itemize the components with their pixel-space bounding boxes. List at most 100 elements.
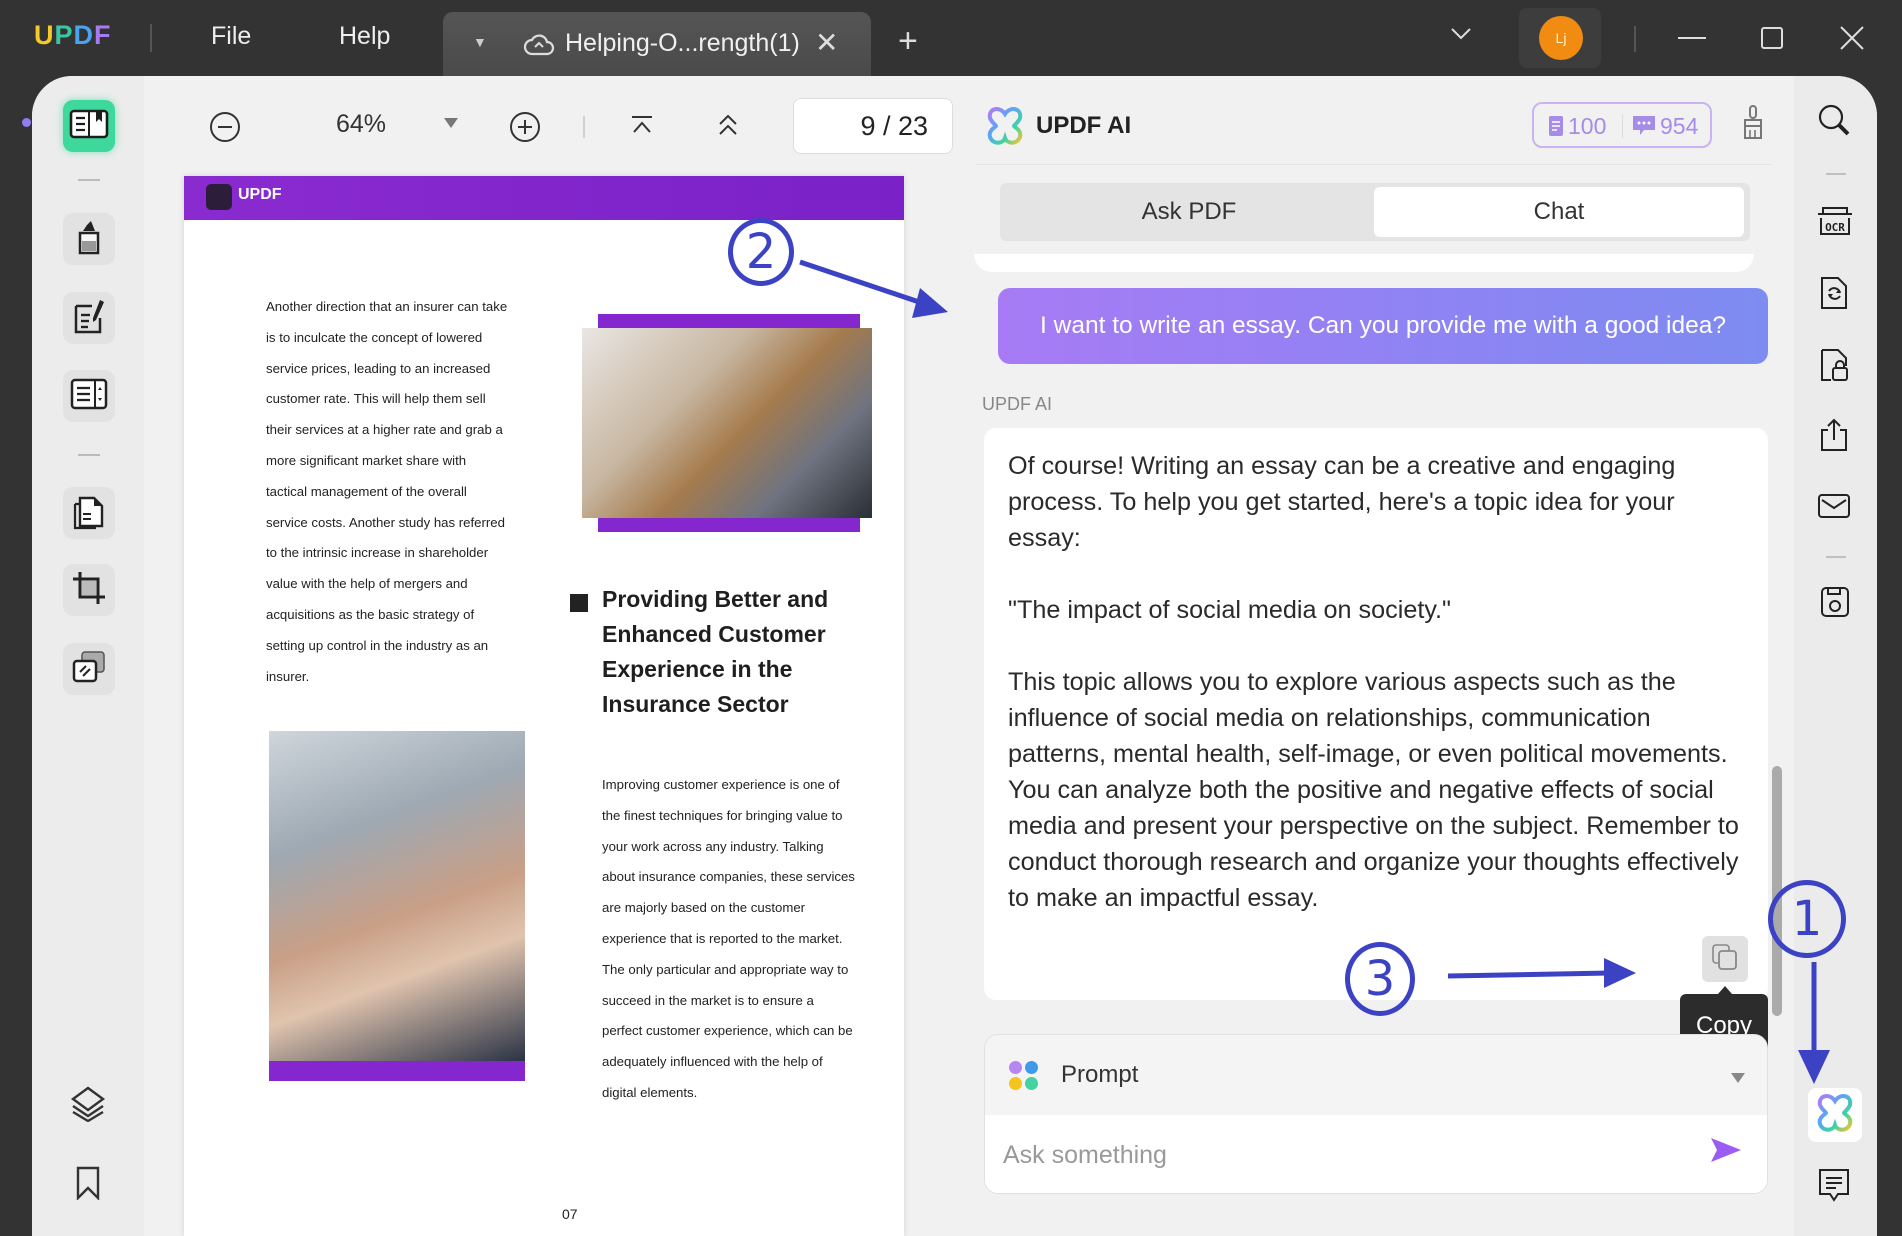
updf-logo: UPDF	[34, 20, 112, 51]
add-tab-button[interactable]: +	[898, 24, 918, 58]
pdf-page-number: 07	[562, 1206, 578, 1222]
document-tab[interactable]: ▼ Helping-O...rength(1) ✕	[443, 12, 871, 76]
pdf-section-heading: Providing Better and Enhanced Customer E…	[602, 586, 829, 717]
comments-icon[interactable]	[1816, 1166, 1852, 1209]
previous-message-edge	[974, 254, 1754, 272]
account-button[interactable]: Lj	[1519, 8, 1601, 68]
ai-quota-badge[interactable]: 100 954	[1532, 102, 1712, 148]
ask-input[interactable]	[985, 1115, 1767, 1193]
pdf-text-line: more significant market share with	[266, 452, 467, 468]
pdf-text-line: the finest techniques for bringing value…	[602, 807, 843, 823]
pdf-text-line: Improving customer experience is one of	[602, 777, 840, 792]
pdf-text-line: about insurance companies, these service…	[602, 869, 855, 885]
pdf-right-column: Improving customer experience is one of t…	[602, 770, 902, 1109]
pdf-text-line: their services at a higher rate and grab…	[266, 422, 503, 438]
ai-mode-tabs: Ask PDF Chat	[1000, 183, 1750, 241]
pdf-brand-text: UPDF	[238, 186, 282, 203]
layers-icon[interactable]	[69, 1086, 107, 1127]
close-window-button[interactable]	[1832, 20, 1872, 56]
bookmark-icon[interactable]	[76, 1166, 100, 1205]
heading-bullet	[570, 594, 588, 612]
menu-file[interactable]: File	[211, 22, 251, 51]
pdf-text-line: The only particular and appropriate way …	[602, 961, 849, 977]
minimize-button[interactable]	[1672, 20, 1712, 56]
first-page-button[interactable]	[628, 112, 656, 145]
comment-tool-button[interactable]	[63, 213, 115, 265]
tab-ask-pdf[interactable]: Ask PDF	[1004, 187, 1374, 237]
response-paragraph: This topic allows you to explore various…	[1008, 668, 1739, 912]
prompt-dropdown-icon[interactable]	[1731, 1073, 1745, 1083]
crop-tool-button[interactable]	[63, 564, 115, 616]
pdf-header-banner: UPDF	[184, 176, 904, 220]
clear-chat-button[interactable]	[1741, 104, 1765, 145]
chat-quota: 954	[1632, 113, 1698, 140]
pdf-text-line: succeed in the market is to ensure a	[602, 992, 814, 1008]
image-accent-bar	[598, 518, 860, 532]
chat-input-card: Prompt	[984, 1034, 1768, 1194]
tab-chat[interactable]: Chat	[1374, 187, 1744, 237]
meeting-photo	[582, 328, 872, 518]
broom-icon	[1741, 105, 1765, 144]
reader-mode-button[interactable]	[63, 100, 115, 152]
ocr-icon[interactable]: OCR	[1816, 202, 1854, 243]
zoom-out-button[interactable]	[208, 110, 242, 149]
prompt-selector[interactable]: Prompt	[985, 1035, 1767, 1115]
protect-tool-button[interactable]	[63, 643, 115, 695]
copy-icon	[1711, 943, 1739, 976]
pdf-left-column: Another direction that an insurer can ta…	[266, 292, 536, 692]
zoom-dropdown-icon[interactable]	[444, 118, 458, 128]
title-bar: UPDF File Help ▼ Helping-O...rength(1) ✕…	[0, 0, 1902, 76]
form-tool-button[interactable]	[63, 370, 115, 422]
divider	[976, 164, 1772, 165]
assistant-response: Of course! Writing an essay can be a cre…	[984, 428, 1768, 1000]
page-number-input[interactable]: 9 / 23	[793, 98, 953, 154]
annotation-step-1: 1	[1768, 880, 1846, 958]
convert-pdf-icon[interactable]	[1816, 274, 1852, 317]
document-quota-icon	[1549, 116, 1563, 136]
divider	[1826, 556, 1846, 558]
pdf-text-line: Another direction that an insurer can ta…	[266, 299, 508, 314]
main-area: 64% 9 / 23 UPDF Another direction that a…	[32, 76, 1877, 1236]
updf-ai-button[interactable]	[1808, 1088, 1862, 1142]
pdf-page: UPDF Another direction that an insurer c…	[184, 176, 904, 1236]
indicator-dot	[22, 118, 31, 127]
response-paragraph: Of course! Writing an essay can be a cre…	[1008, 452, 1676, 552]
copy-button[interactable]	[1702, 936, 1748, 982]
pdf-text-line: experience that is reported to the marke…	[602, 930, 843, 946]
prompt-label: Prompt	[1061, 1061, 1139, 1088]
edit-document-icon	[72, 298, 106, 339]
organize-pages-button[interactable]	[63, 487, 115, 539]
zoom-in-button[interactable]	[508, 110, 542, 149]
tab-dropdown-icon[interactable]: ▼	[473, 34, 487, 50]
book-icon	[68, 107, 110, 146]
menu-help[interactable]: Help	[339, 22, 390, 51]
close-tab-icon[interactable]: ✕	[815, 26, 838, 59]
avatar[interactable]: Lj	[1539, 16, 1583, 60]
pdf-text-line: perfect customer experience, which can b…	[602, 1023, 853, 1039]
view-toolbar: 64% 9 / 23	[144, 76, 954, 176]
divider	[150, 24, 152, 52]
pdf-text-line: is to inculcate the concept of lowered	[266, 329, 483, 345]
save-icon[interactable]	[1816, 584, 1852, 627]
send-icon	[1709, 1138, 1743, 1169]
form-icon	[70, 377, 108, 416]
zoom-level[interactable]: 64%	[336, 110, 386, 139]
pdf-text-line: your work across any industry. Talking	[602, 838, 824, 854]
send-button[interactable]	[1709, 1135, 1743, 1170]
chat-quota-icon	[1633, 116, 1655, 135]
assistant-label: UPDF AI	[982, 394, 1053, 414]
logo-letter: D	[73, 20, 95, 50]
chevron-down-icon[interactable]	[1448, 20, 1474, 51]
email-icon[interactable]	[1816, 490, 1852, 527]
share-icon[interactable]	[1816, 416, 1852, 459]
pdf-text-line: digital elements.	[602, 1084, 698, 1100]
logo-letter: P	[54, 20, 74, 50]
maximize-button[interactable]	[1752, 20, 1792, 56]
protect-pdf-icon[interactable]	[1816, 346, 1852, 389]
highlighter-icon	[73, 219, 105, 260]
crop-icon	[71, 570, 107, 611]
search-icon[interactable]	[1816, 102, 1852, 143]
chat-quota-value: 954	[1660, 113, 1699, 139]
edit-tool-button[interactable]	[63, 292, 115, 344]
previous-page-button[interactable]	[714, 112, 742, 145]
